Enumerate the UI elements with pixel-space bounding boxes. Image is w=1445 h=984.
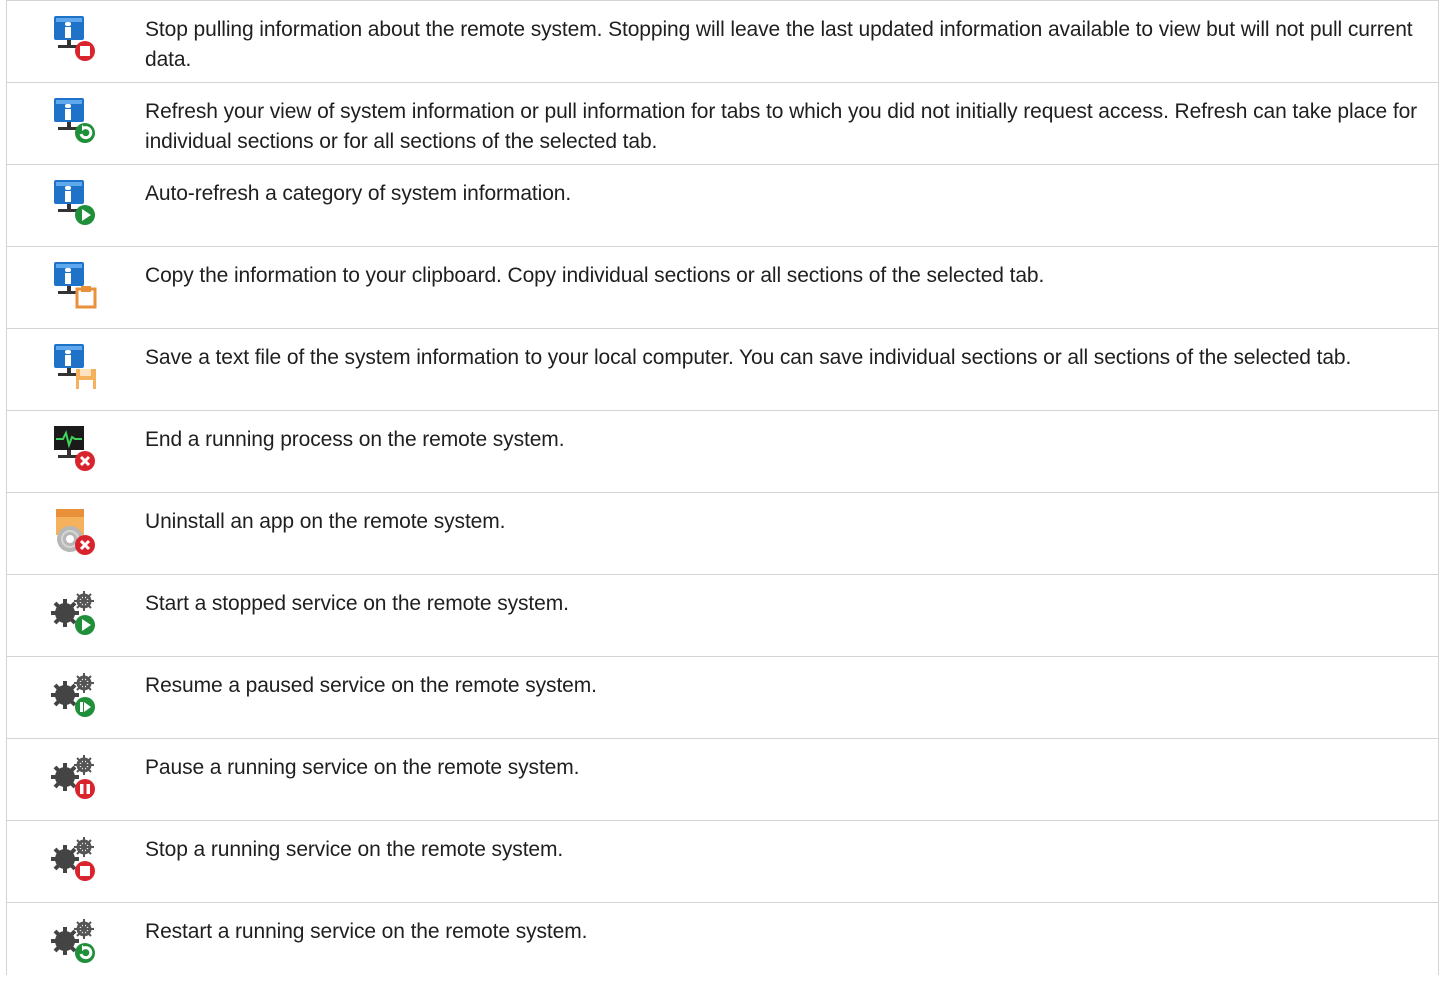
table-row: Uninstall an app on the remote system. <box>6 493 1439 575</box>
table-row: Refresh your view of system information … <box>6 83 1439 165</box>
table-row: Stop pulling information about the remot… <box>6 1 1439 83</box>
row-description: Stop a running service on the remote sys… <box>145 838 564 861</box>
row-description: Save a text file of the system informati… <box>145 346 1352 369</box>
row-description: End a running process on the remote syst… <box>145 428 565 451</box>
table-row: Restart a running service on the remote … <box>6 903 1439 975</box>
end-process-icon <box>50 425 102 477</box>
sysinfo-autorefresh-icon <box>50 179 102 231</box>
row-description: Resume a paused service on the remote sy… <box>145 674 597 697</box>
row-description: Uninstall an app on the remote system. <box>145 510 506 533</box>
uninstall-app-icon <box>50 507 102 559</box>
sysinfo-save-icon <box>50 343 102 395</box>
table-row: Pause a running service on the remote sy… <box>6 739 1439 821</box>
table-row: Resume a paused service on the remote sy… <box>6 657 1439 739</box>
row-description: Auto-refresh a category of system inform… <box>145 182 572 205</box>
sysinfo-stop-icon <box>50 15 102 67</box>
service-resume-icon <box>50 671 102 723</box>
service-pause-icon <box>50 753 102 805</box>
service-start-icon <box>50 589 102 641</box>
row-description: Refresh your view of system information … <box>145 100 1418 153</box>
table-row: End a running process on the remote syst… <box>6 411 1439 493</box>
row-description: Pause a running service on the remote sy… <box>145 756 580 779</box>
service-restart-icon <box>50 917 102 969</box>
row-description: Copy the information to your clipboard. … <box>145 264 1045 287</box>
sysinfo-refresh-icon <box>50 97 102 149</box>
table-row: Copy the information to your clipboard. … <box>6 247 1439 329</box>
table-row: Stop a running service on the remote sys… <box>6 821 1439 903</box>
row-description: Restart a running service on the remote … <box>145 920 588 943</box>
table-row: Save a text file of the system informati… <box>6 329 1439 411</box>
sysinfo-copy-icon <box>50 261 102 313</box>
table-row: Auto-refresh a category of system inform… <box>6 165 1439 247</box>
table-row: Start a stopped service on the remote sy… <box>6 575 1439 657</box>
icon-description-table: Stop pulling information about the remot… <box>6 0 1439 975</box>
row-description: Stop pulling information about the remot… <box>145 18 1413 71</box>
row-description: Start a stopped service on the remote sy… <box>145 592 569 615</box>
service-stop-icon <box>50 835 102 887</box>
